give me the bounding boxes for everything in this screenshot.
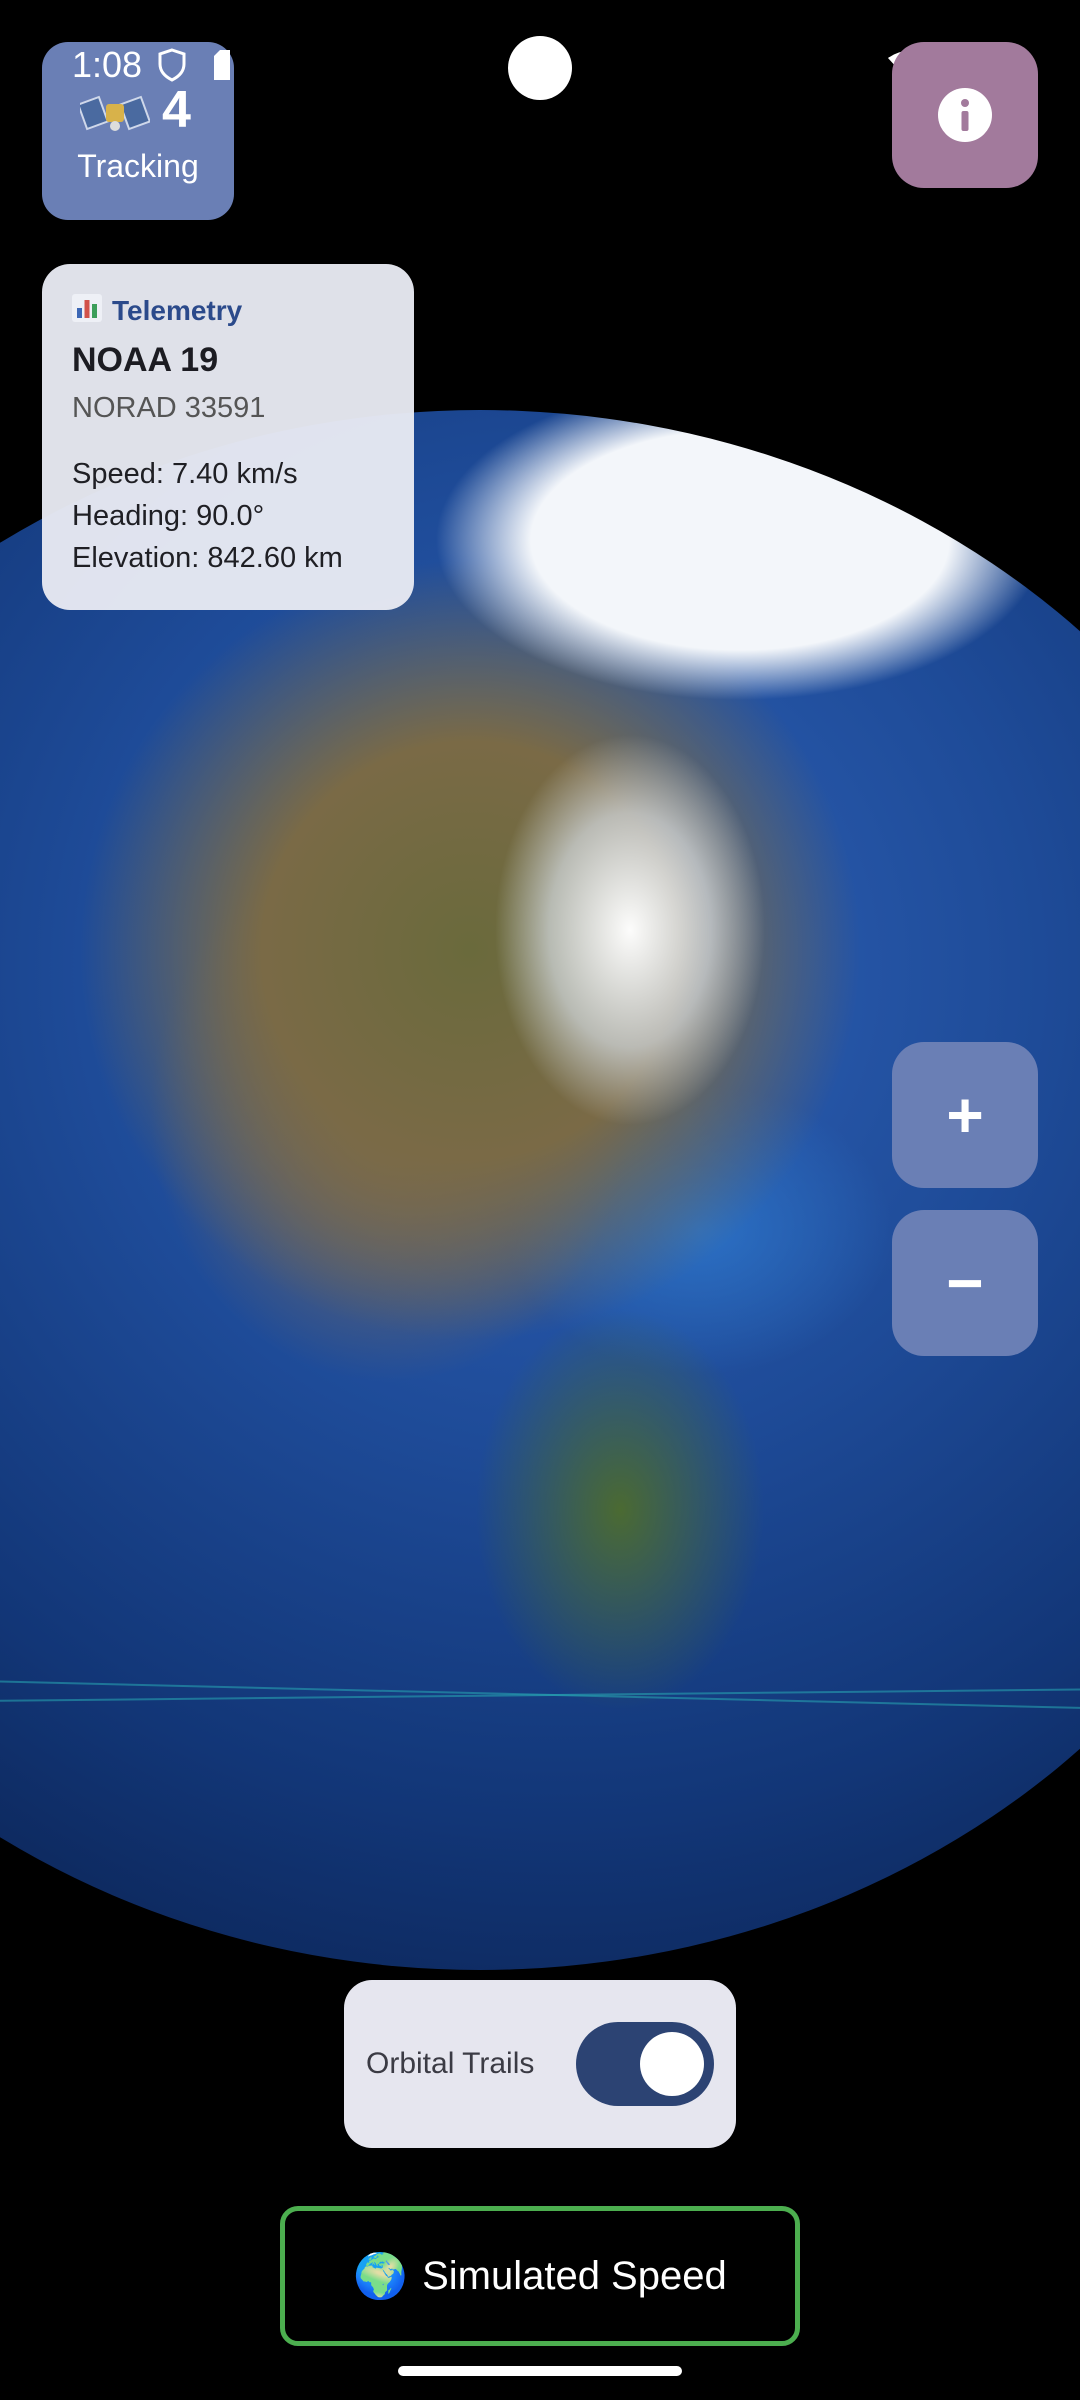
toggle-knob (640, 2032, 704, 2096)
satellite-name: NOAA 19 (72, 341, 219, 379)
orbital-trails-label: Orbital Trails (366, 2047, 535, 2080)
orbital-trails-toggle[interactable] (576, 2022, 714, 2106)
status-icons-left (158, 48, 232, 87)
speed-readout: Speed: 7.40 km/s (72, 458, 298, 490)
info-button[interactable] (892, 42, 1038, 188)
tracking-label: Tracking (77, 148, 199, 184)
camera-cutout (508, 36, 572, 100)
tracking-count: 4 (162, 81, 191, 139)
telemetry-title: Telemetry (112, 294, 243, 326)
zoom-in-button[interactable]: + (892, 1042, 1038, 1188)
telemetry-header: Telemetry (72, 294, 384, 327)
orbital-trails-panel: Orbital Trails (344, 1980, 736, 2148)
info-icon (938, 88, 992, 142)
simulated-speed-label: Simulated Speed (422, 2253, 727, 2298)
simulated-speed-button[interactable]: 🌍 Simulated Speed (280, 2206, 800, 2346)
earth-globe[interactable] (0, 410, 1080, 1970)
elevation-readout: Elevation: 842.60 km (72, 542, 343, 574)
norad-id: NORAD 33591 (72, 392, 266, 424)
satellite-icon (76, 86, 152, 147)
home-indicator[interactable] (398, 2366, 682, 2376)
bar-chart-icon (72, 294, 102, 327)
app-screen: 4 Tracking 1:08 Telemetry NOAA 19 NORAD … (0, 0, 1080, 2400)
globe-icon: 🌍 (353, 2252, 409, 2301)
heading-readout: Heading: 90.0° (72, 500, 265, 532)
zoom-out-button[interactable]: − (892, 1210, 1038, 1356)
telemetry-panel: Telemetry NOAA 19 NORAD 33591 Speed: 7.4… (42, 264, 414, 610)
status-time: 1:08 (72, 44, 143, 85)
